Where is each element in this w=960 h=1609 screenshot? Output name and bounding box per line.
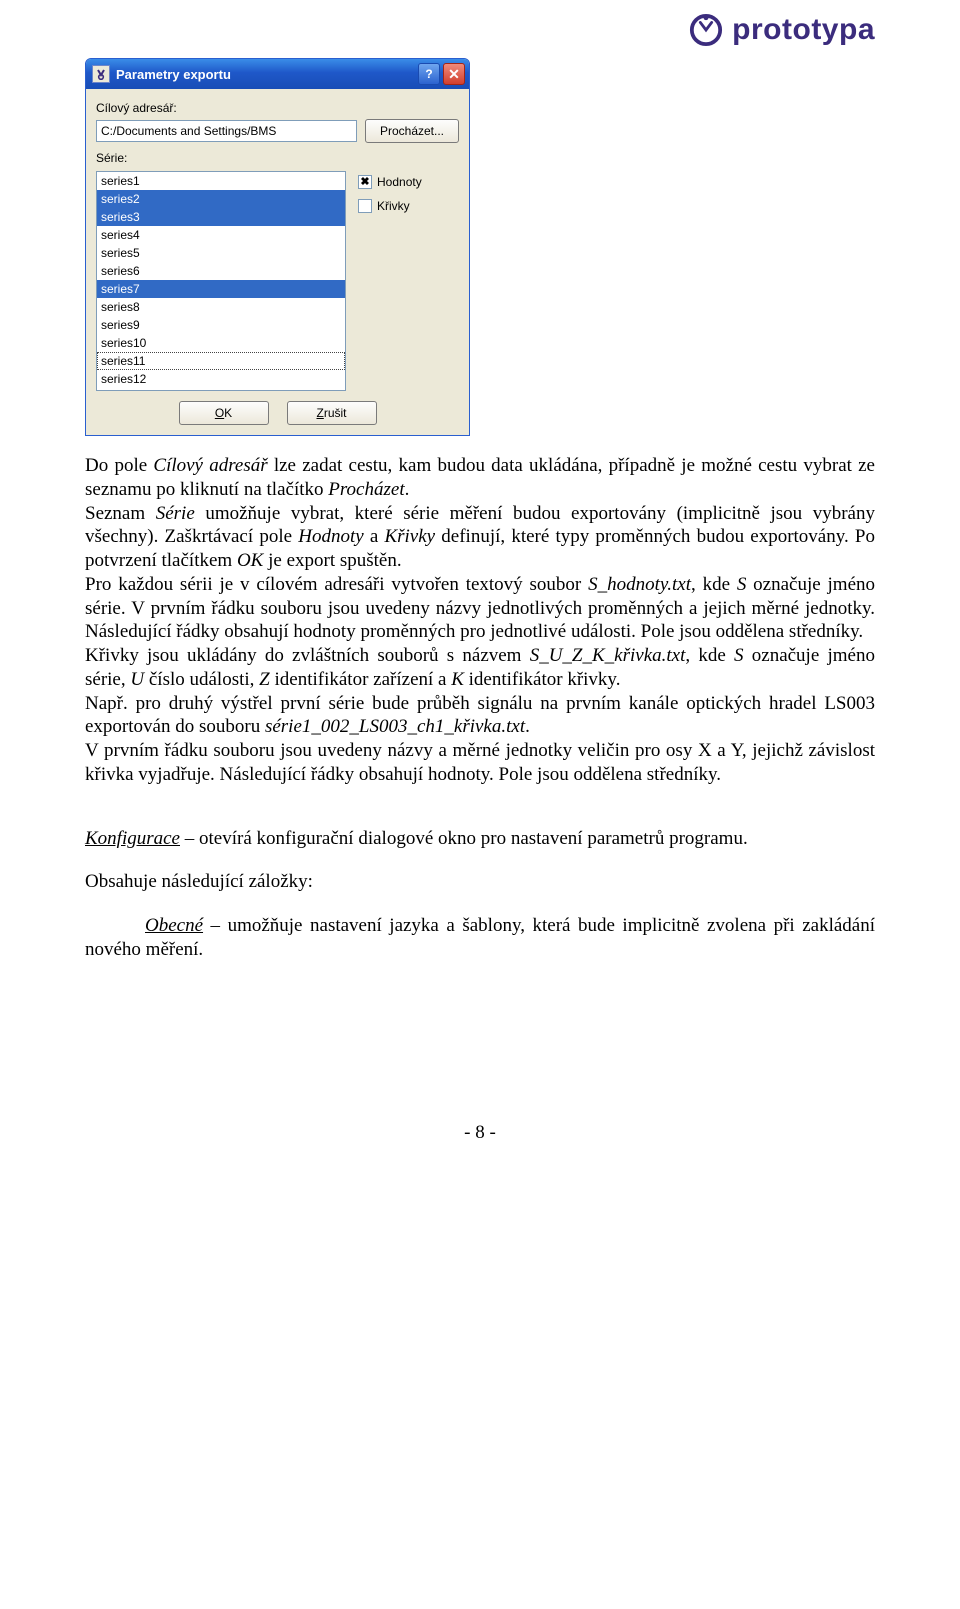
krivky-checkbox-row[interactable]: Křivky <box>358 199 422 213</box>
contains-line: Obsahuje následující záložky: <box>85 870 875 894</box>
hodnoty-label: Hodnoty <box>377 175 422 189</box>
list-item[interactable]: series8 <box>97 298 345 316</box>
export-params-dialog: Parametry exportu ? ✕ Cílový adresář: Pr… <box>85 58 470 436</box>
list-item[interactable]: series5 <box>97 244 345 262</box>
paragraph-4: Křivky jsou ukládány do zvláštních soubo… <box>85 644 875 692</box>
document-body: Do pole Cílový adresář lze zadat cestu, … <box>85 454 875 962</box>
paragraph-6: V prvním řádku souboru jsou uvedeny názv… <box>85 739 875 787</box>
hodnoty-checkbox-row[interactable]: ✖ Hodnoty <box>358 175 422 189</box>
krivky-label: Křivky <box>377 199 410 213</box>
target-dir-input[interactable] <box>96 120 357 142</box>
series-label: Série: <box>96 151 459 165</box>
obecne-line: Obecné – umožňuje nastavení jazyka a šab… <box>85 914 875 962</box>
logo-text: prototypa <box>732 13 875 47</box>
close-button[interactable]: ✕ <box>443 63 465 85</box>
list-item[interactable]: series12 <box>97 370 345 388</box>
list-item[interactable]: series2 <box>97 190 345 208</box>
browse-button[interactable]: Procházet... <box>365 119 459 143</box>
dialog-app-icon <box>92 65 110 83</box>
krivky-checkbox[interactable] <box>358 199 372 213</box>
paragraph-5: Např. pro druhý výstřel první série bude… <box>85 692 875 740</box>
brand-header: prototypa <box>85 12 875 48</box>
ok-mnemonic: O <box>215 406 224 420</box>
paragraph-3: Pro každou sérii je v cílovém adresáři v… <box>85 573 875 644</box>
paragraph-1: Do pole Cílový adresář lze zadat cestu, … <box>85 454 875 502</box>
dialog-titlebar[interactable]: Parametry exportu ? ✕ <box>86 59 469 89</box>
logo-icon <box>688 12 724 48</box>
page-number: - 8 - <box>85 1122 875 1144</box>
target-dir-label: Cílový adresář: <box>96 101 459 115</box>
ok-button[interactable]: OK <box>179 401 269 425</box>
cancel-button[interactable]: Zrušit <box>287 401 377 425</box>
list-item[interactable]: series4 <box>97 226 345 244</box>
list-item[interactable]: series11 <box>97 352 345 370</box>
hodnoty-checkbox[interactable]: ✖ <box>358 175 372 189</box>
help-button[interactable]: ? <box>418 63 440 85</box>
config-line: Konfigurace – otevírá konfigurační dialo… <box>85 827 875 851</box>
dialog-title: Parametry exportu <box>116 67 415 82</box>
list-item[interactable]: series3 <box>97 208 345 226</box>
cancel-mnemonic: Z <box>316 406 323 420</box>
list-item[interactable]: series1 <box>97 172 345 190</box>
list-item[interactable]: series6 <box>97 262 345 280</box>
series-listbox[interactable]: series1series2series3series4series5serie… <box>96 171 346 391</box>
list-item[interactable]: series10 <box>97 334 345 352</box>
list-item[interactable]: series7 <box>97 280 345 298</box>
list-item[interactable]: series9 <box>97 316 345 334</box>
close-icon: ✕ <box>448 66 460 83</box>
paragraph-2: Seznam Série umožňuje vybrat, které séri… <box>85 502 875 573</box>
